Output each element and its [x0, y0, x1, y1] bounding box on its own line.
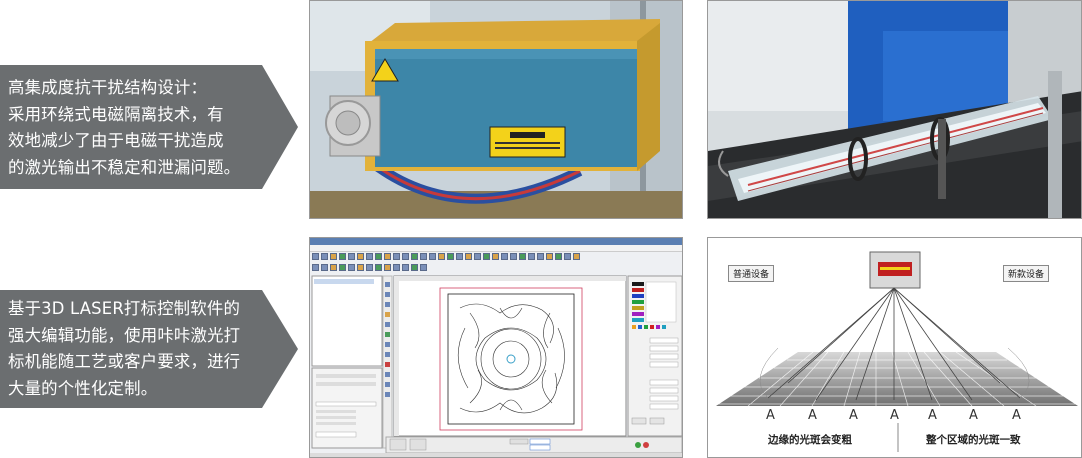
feature-1-line: 的激光输出不稳定和泄漏问题。: [8, 157, 241, 177]
laser-tube-photo: [707, 0, 1082, 219]
marking-software-screenshot: [309, 237, 683, 458]
spot-letter: A: [969, 408, 978, 423]
feature-1-line: 效地减少了由于电磁干扰造成: [8, 131, 224, 150]
feature-2-line: 大量的个性化定制。: [8, 378, 158, 398]
spot-letter: A: [808, 408, 817, 423]
feature-2-line: 强大编辑功能，使用咔咔激光打: [8, 325, 241, 345]
spot-letter: A: [1012, 408, 1021, 423]
spot-letter: A: [766, 408, 775, 423]
feature-1-line: 采用环绕式电磁隔离技术，有: [8, 104, 224, 124]
spot-letter: A: [849, 408, 858, 423]
spot-letter: A: [928, 408, 937, 423]
spot-consistency-diagram: 普通设备 新款设备 A A A A A A A 边缘的光斑会变粗 整个区域的光斑…: [707, 237, 1082, 458]
feature-1-line: 高集成度抗干扰结构设计：: [8, 78, 208, 97]
spot-letter: A: [890, 408, 899, 423]
feature-2-line: 基于3D LASER打标控制软件的: [8, 299, 241, 318]
feature-arrow-1: 高集成度抗干扰结构设计： 采用环绕式电磁隔离技术，有 效地减少了由于电磁干扰造成…: [0, 65, 298, 189]
feature-arrow-2: 基于3D LASER打标控制软件的 强大编辑功能，使用咔咔激光打 标机能随工艺或…: [0, 290, 298, 408]
feature-2-line: 标机能随工艺或客户要求，进行: [8, 352, 241, 371]
laser-source-photo: [309, 0, 683, 219]
left-device-label: 普通设备: [728, 265, 775, 282]
caption-left: 边缘的光斑会变粗: [768, 434, 852, 446]
feature-2-text: 基于3D LASER打标控制软件的 强大编辑功能，使用咔咔激光打 标机能随工艺或…: [8, 296, 266, 402]
right-device-label: 新款设备: [1003, 265, 1050, 282]
feature-1-text: 高集成度抗干扰结构设计： 采用环绕式电磁隔离技术，有 效地减少了由于电磁干扰造成…: [8, 75, 266, 181]
caption-right: 整个区域的光斑一致: [926, 434, 1021, 446]
